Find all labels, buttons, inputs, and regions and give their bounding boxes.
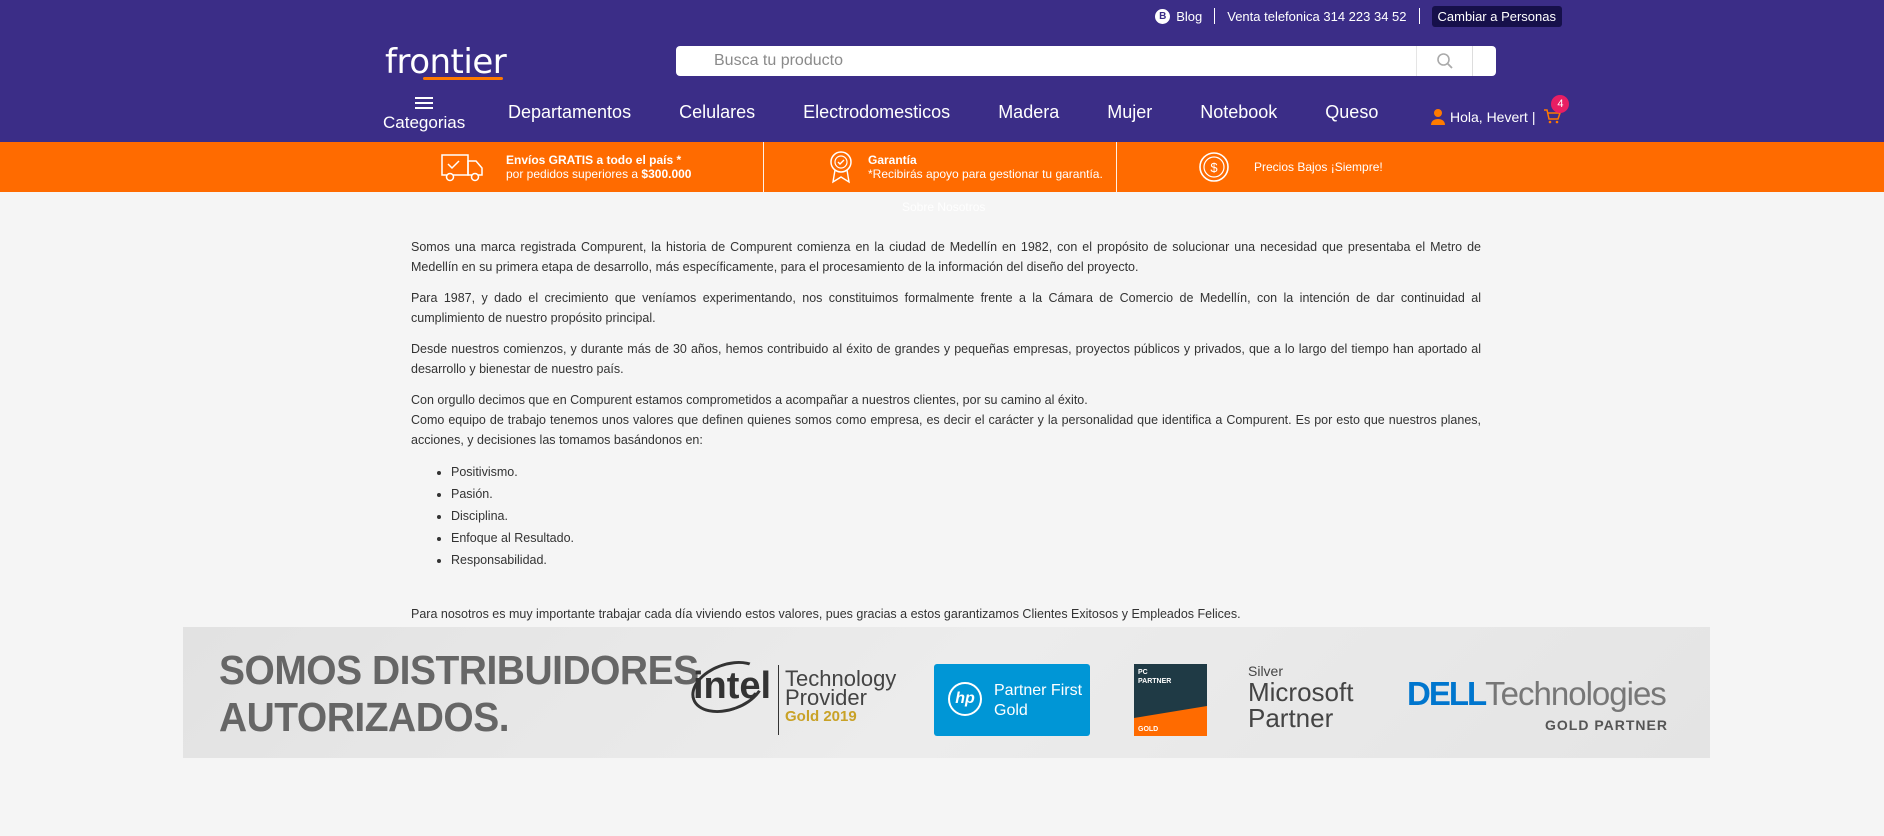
categories-label: Categorias [383, 113, 466, 132]
hamburger-icon [415, 97, 434, 109]
banner-title-line: AUTORIZADOS. [219, 694, 510, 740]
divider: | [1531, 109, 1536, 125]
nav-item-departamentos[interactable]: Departamentos [508, 102, 631, 123]
main-nav: Departamentos Celulares Electrodomestico… [508, 102, 1426, 123]
benefit-shipping-text: por pedidos superiores a [506, 167, 642, 181]
pcp-line: PC [1138, 669, 1148, 676]
values-list: Positivismo. Pasión. Disciplina. Enfoque… [451, 462, 1481, 570]
list-item: Responsabilidad. [451, 550, 1481, 570]
pcp-gold-label: GOLD [1138, 726, 1159, 733]
microsoft-partner-logo: Silver Microsoft Partner [1248, 663, 1353, 731]
list-item: Enfoque al Resultado. [451, 528, 1481, 548]
about-paragraph: Para 1987, y dado el crecimiento que ven… [411, 291, 1481, 325]
delivery-truck-icon [441, 154, 483, 182]
about-paragraph: Somos una marca registrada Compurent, la… [411, 240, 1481, 274]
benefit-free-shipping: Envíos GRATIS a todo el país * por pedid… [440, 142, 691, 192]
user-area: Hola, Hevert | 4 [1430, 95, 1570, 126]
dollar-coin-icon: $ [1199, 152, 1229, 182]
dell-gold-partner: GOLD PARTNER [1545, 717, 1668, 733]
ms-line: Microsoft [1248, 677, 1354, 707]
nav-item-mujer[interactable]: Mujer [1107, 102, 1152, 123]
cart-button[interactable]: 4 [1543, 95, 1570, 126]
svg-text:$: $ [1210, 160, 1218, 175]
divider [778, 665, 779, 735]
benefit-shipping-amount: $300.000 [641, 167, 692, 181]
nav-item-celulares[interactable]: Celulares [679, 102, 755, 123]
switch-to-personas-button[interactable]: Cambiar a Personas [1431, 5, 1562, 27]
categories-menu[interactable]: Categorias [383, 94, 465, 133]
nav-item-madera[interactable]: Madera [998, 102, 1059, 123]
benefit-divider [763, 142, 764, 192]
user-icon[interactable] [1430, 108, 1446, 126]
divider [1418, 8, 1420, 24]
benefit-shipping-title: Envíos GRATIS a todo el país * [506, 153, 682, 167]
user-greeting[interactable]: Hola, Hevert [1450, 109, 1528, 125]
benefit-prices-text: Precios Bajos ¡Siempre! [1254, 160, 1383, 174]
site-logo[interactable]: frontier [385, 42, 507, 82]
nav-item-electrodomesticos[interactable]: Electrodomesticos [803, 102, 950, 123]
hp-line: Partner First [994, 682, 1083, 699]
phone-sales: Venta telefonica 314 223 34 52 [1227, 8, 1407, 24]
blog-icon[interactable]: B [1155, 8, 1171, 24]
dell-brand: DELL [1407, 675, 1487, 712]
search-end-cap [1472, 46, 1496, 76]
intel-logo: intel [693, 665, 772, 707]
benefit-low-prices: $ Precios Bajos ¡Siempre! [1198, 142, 1383, 192]
benefit-warranty-title: Garantía [868, 153, 917, 167]
distributors-banner: SOMOS DISTRIBUIDORES AUTORIZADOS. intel … [183, 627, 1710, 758]
benefit-warranty-text: *Recibirás apoyo para gestionar tu garan… [868, 167, 1103, 181]
search-icon [1436, 53, 1453, 69]
search-input[interactable] [676, 47, 1416, 75]
dell-technologies-logo: DELLTechnologies [1407, 675, 1667, 713]
banner-title: SOMOS DISTRIBUIDORES AUTORIZADOS. [219, 647, 699, 741]
site-header: B Blog Venta telefonica 314 223 34 52 Ca… [0, 0, 1884, 142]
about-paragraph: Como equipo de trabajo tenemos unos valo… [411, 413, 1481, 447]
page-title: Sobre Nosotros [902, 200, 986, 214]
divider [1214, 8, 1216, 24]
list-item: Pasión. [451, 484, 1481, 504]
intel-gold-label: Gold 2019 [785, 708, 857, 725]
search-button[interactable] [1416, 46, 1472, 76]
blog-link[interactable]: Blog [1176, 9, 1202, 24]
hp-logo: hp [948, 682, 982, 716]
hp-line: Gold [994, 702, 1028, 719]
nav-item-queso[interactable]: Queso [1325, 102, 1378, 123]
benefit-warranty: Garantía *Recibirás apoyo para gestionar… [828, 142, 1103, 192]
dell-tech: Technologies [1485, 675, 1667, 712]
logo-swoosh [423, 77, 503, 80]
list-item: Positivismo. [451, 462, 1481, 482]
list-item: Disciplina. [451, 506, 1481, 526]
ms-line: Partner [1248, 703, 1334, 733]
warranty-badge-icon [830, 151, 852, 184]
nav-item-notebook[interactable]: Notebook [1200, 102, 1277, 123]
pc-partner-badge: PC PARTNER GOLD [1134, 664, 1207, 736]
pcp-line: PARTNER [1138, 678, 1172, 685]
search-bar [676, 46, 1496, 76]
about-paragraph: Con orgullo decimos que en Compurent est… [411, 393, 1088, 407]
about-content: Somos una marca registrada Compurent, la… [411, 237, 1481, 635]
benefits-bar: Envíos GRATIS a todo el país * por pedid… [0, 142, 1884, 192]
about-paragraph: Para nosotros es muy importante trabajar… [411, 607, 1241, 621]
hp-partner-badge: hp Partner First Gold [934, 664, 1090, 736]
banner-title-line: SOMOS DISTRIBUIDORES [219, 647, 699, 693]
top-bar: B Blog Venta telefonica 314 223 34 52 Ca… [1155, 5, 1562, 27]
intel-partner-text: Technology Provider Gold 2019 [785, 668, 896, 726]
cart-count-badge: 4 [1551, 95, 1570, 113]
benefit-divider [1116, 142, 1117, 192]
about-paragraph: Desde nuestros comienzos, y durante más … [411, 342, 1481, 376]
